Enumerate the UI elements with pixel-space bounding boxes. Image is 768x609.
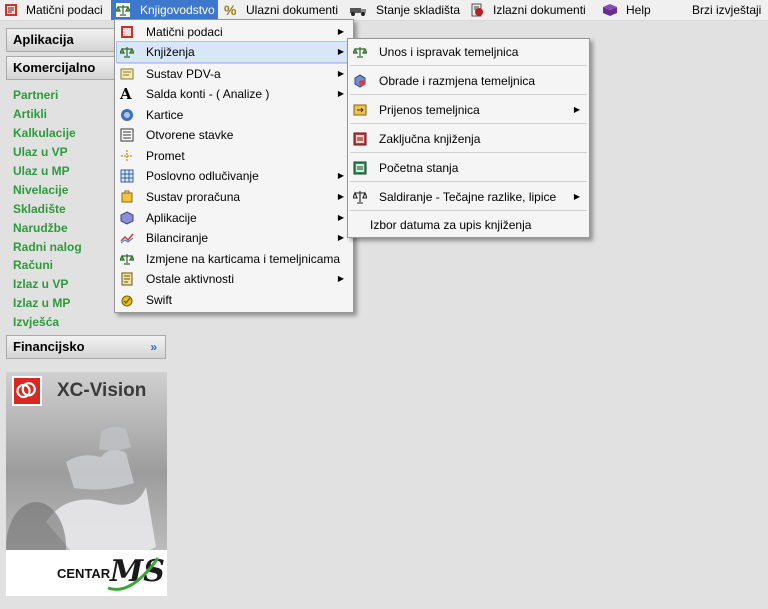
menu-item-pocetna-stanja[interactable]: Početna stanja xyxy=(350,158,587,178)
submenu-arrow-icon: ▶ xyxy=(337,274,344,283)
menu-knjigovodstvo[interactable]: Knjigovodstvo xyxy=(111,0,218,20)
banner-title: XC-Vision xyxy=(57,380,147,401)
vat-icon xyxy=(120,68,134,80)
xc-logo-icon xyxy=(12,376,42,406)
menu-separator xyxy=(350,152,587,153)
menu-item-swift[interactable]: Swift xyxy=(117,290,351,310)
menu-brzi-izvjestaji[interactable]: Brzi izvještaji xyxy=(690,0,766,20)
submenu-arrow-icon: ▶ xyxy=(337,69,344,78)
menu-item-bilanciranje[interactable]: Bilanciranje ▶ xyxy=(117,228,351,248)
sidebar-link-kalkulacije[interactable]: Kalkulacije xyxy=(13,124,76,142)
menu-item-sustav-proracuna[interactable]: Sustav proračuna ▶ xyxy=(117,187,351,207)
letter-a-icon: A xyxy=(120,85,132,103)
swift-icon xyxy=(121,295,133,307)
xc-vision-banner: XC-Vision CENTAR MS xyxy=(6,372,167,596)
submenu-arrow-icon: ▶ xyxy=(337,89,344,98)
menu-izlazni-dokumenti[interactable]: Izlazni dokumenti xyxy=(468,0,586,20)
grid-icon xyxy=(120,169,134,183)
menu-item-sustav-pdv[interactable]: Sustav PDV-a ▶ xyxy=(117,64,351,84)
sidebar-link-nivelacije[interactable]: Nivelacije xyxy=(13,181,68,199)
closing-icon xyxy=(353,132,367,146)
sidebar-link-izlaz-mp[interactable]: Izlaz u MP xyxy=(13,294,70,312)
menu-item-ostale-aktivnosti[interactable]: Ostale aktivnosti ▶ xyxy=(117,269,351,289)
chevron-down-icon: » xyxy=(150,340,157,354)
menu-item-kartice[interactable]: Kartice xyxy=(117,105,351,125)
scales-icon xyxy=(353,47,367,58)
sidebar-link-narudzbe[interactable]: Narudžbe xyxy=(13,219,68,237)
menu-separator xyxy=(350,123,587,124)
menu-separator xyxy=(350,65,587,66)
menu-item-saldiranje[interactable]: Saldiranje - Tečajne razlike, lipice ▶ xyxy=(350,187,587,207)
transfer-icon xyxy=(353,104,367,116)
menu-item-poslovno-odlucivanje[interactable]: Poslovno odlučivanje ▶ xyxy=(117,166,351,186)
knjigovodstvo-menu: Matični podaci ▶ Knjiženja ▶ Sustav PDV-… xyxy=(114,19,354,313)
book-icon xyxy=(121,26,133,38)
menu-stanje-skladista[interactable]: Stanje skladišta xyxy=(350,0,460,20)
apps-icon xyxy=(120,211,134,225)
cards-icon xyxy=(121,109,133,121)
scales-icon xyxy=(116,3,130,17)
help-book-icon xyxy=(603,4,617,16)
sidebar-link-artikli[interactable]: Artikli xyxy=(13,105,47,123)
menu-item-izbor-datuma[interactable]: Izbor datuma za upis knjiženja xyxy=(350,215,587,235)
sidebar-link-izvjesca[interactable]: Izvješća xyxy=(13,313,59,331)
submenu-arrow-icon: ▶ xyxy=(337,171,344,180)
budget-icon xyxy=(121,190,133,203)
swoosh-icon xyxy=(107,557,160,591)
menu-separator xyxy=(350,181,587,182)
menu-help[interactable]: Help xyxy=(600,0,660,20)
activity-icon xyxy=(121,272,133,286)
menu-maticni-podaci[interactable]: Matični podaci xyxy=(0,0,108,20)
sidebar-link-skladiste[interactable]: Skladište xyxy=(13,200,66,218)
menu-item-prijenos-temeljnica[interactable]: Prijenos temeljnica ▶ xyxy=(350,100,587,120)
truck-icon xyxy=(350,8,366,16)
knjizenja-submenu: Unos i ispravak temeljnica Obrade i razm… xyxy=(347,38,590,238)
menu-separator xyxy=(350,210,587,211)
menu-item-otvorene-stavke[interactable]: Otvorene stavke xyxy=(117,125,351,145)
menu-item-izmjene-na-karticama[interactable]: Izmjene na karticama i temeljnicama xyxy=(117,249,351,269)
menu-item-maticni-podaci[interactable]: Matični podaci ▶ xyxy=(117,22,351,42)
sidebar-link-izlaz-vp[interactable]: Izlaz u VP xyxy=(13,275,68,293)
flow-icon xyxy=(121,150,133,162)
submenu-arrow-icon: ▶ xyxy=(573,192,580,201)
sidebar-link-radni-nalog[interactable]: Radni nalog xyxy=(13,238,82,256)
submenu-arrow-icon: ▶ xyxy=(337,27,344,36)
sidebar-link-racuni[interactable]: Računi xyxy=(13,256,53,274)
submenu-arrow-icon: ▶ xyxy=(337,233,344,242)
balance-chart-icon xyxy=(120,233,134,244)
submenu-arrow-icon: ▶ xyxy=(573,105,580,114)
scales-icon xyxy=(120,47,134,58)
submenu-arrow-icon: ▶ xyxy=(337,47,344,56)
percent-icon: % xyxy=(224,2,237,18)
main-menubar: Matični podaci Knjigovodstvo % Ulazni do… xyxy=(0,0,768,21)
opening-icon xyxy=(353,161,367,175)
sidebar-link-ulaz-vp[interactable]: Ulaz u VP xyxy=(13,143,68,161)
process-icon xyxy=(354,74,366,88)
menu-item-unos-temeljnica[interactable]: Unos i ispravak temeljnica xyxy=(350,42,587,62)
menu-item-promet[interactable]: Promet xyxy=(117,146,351,166)
sidebar-link-partneri[interactable]: Partneri xyxy=(13,86,58,104)
invoice-icon xyxy=(471,3,483,17)
menu-item-knjizenja[interactable]: Knjiženja ▶ xyxy=(116,41,352,63)
group-financijsko[interactable]: Financijsko » xyxy=(6,335,166,359)
menu-ulazni-dokumenti[interactable]: % Ulazni dokumenti xyxy=(222,0,340,20)
balance-icon xyxy=(353,191,367,204)
submenu-arrow-icon: ▶ xyxy=(337,213,344,222)
book-icon xyxy=(5,4,17,16)
menu-separator xyxy=(350,94,587,95)
list-icon xyxy=(120,128,134,142)
sidebar-link-ulaz-mp[interactable]: Ulaz u MP xyxy=(13,162,70,180)
submenu-arrow-icon: ▶ xyxy=(337,192,344,201)
menu-item-zakljucna-knjizenja[interactable]: Zaključna knjiženja xyxy=(350,129,587,149)
menu-item-obrade-temeljnica[interactable]: Obrade i razmjena temeljnica xyxy=(350,71,587,91)
menu-item-aplikacije[interactable]: Aplikacije ▶ xyxy=(117,208,351,228)
centar-ms-logo: CENTAR MS xyxy=(6,550,167,596)
scales-icon xyxy=(120,254,134,265)
menu-item-salda-konti[interactable]: A Salda konti - ( Analize ) ▶ xyxy=(117,84,351,104)
